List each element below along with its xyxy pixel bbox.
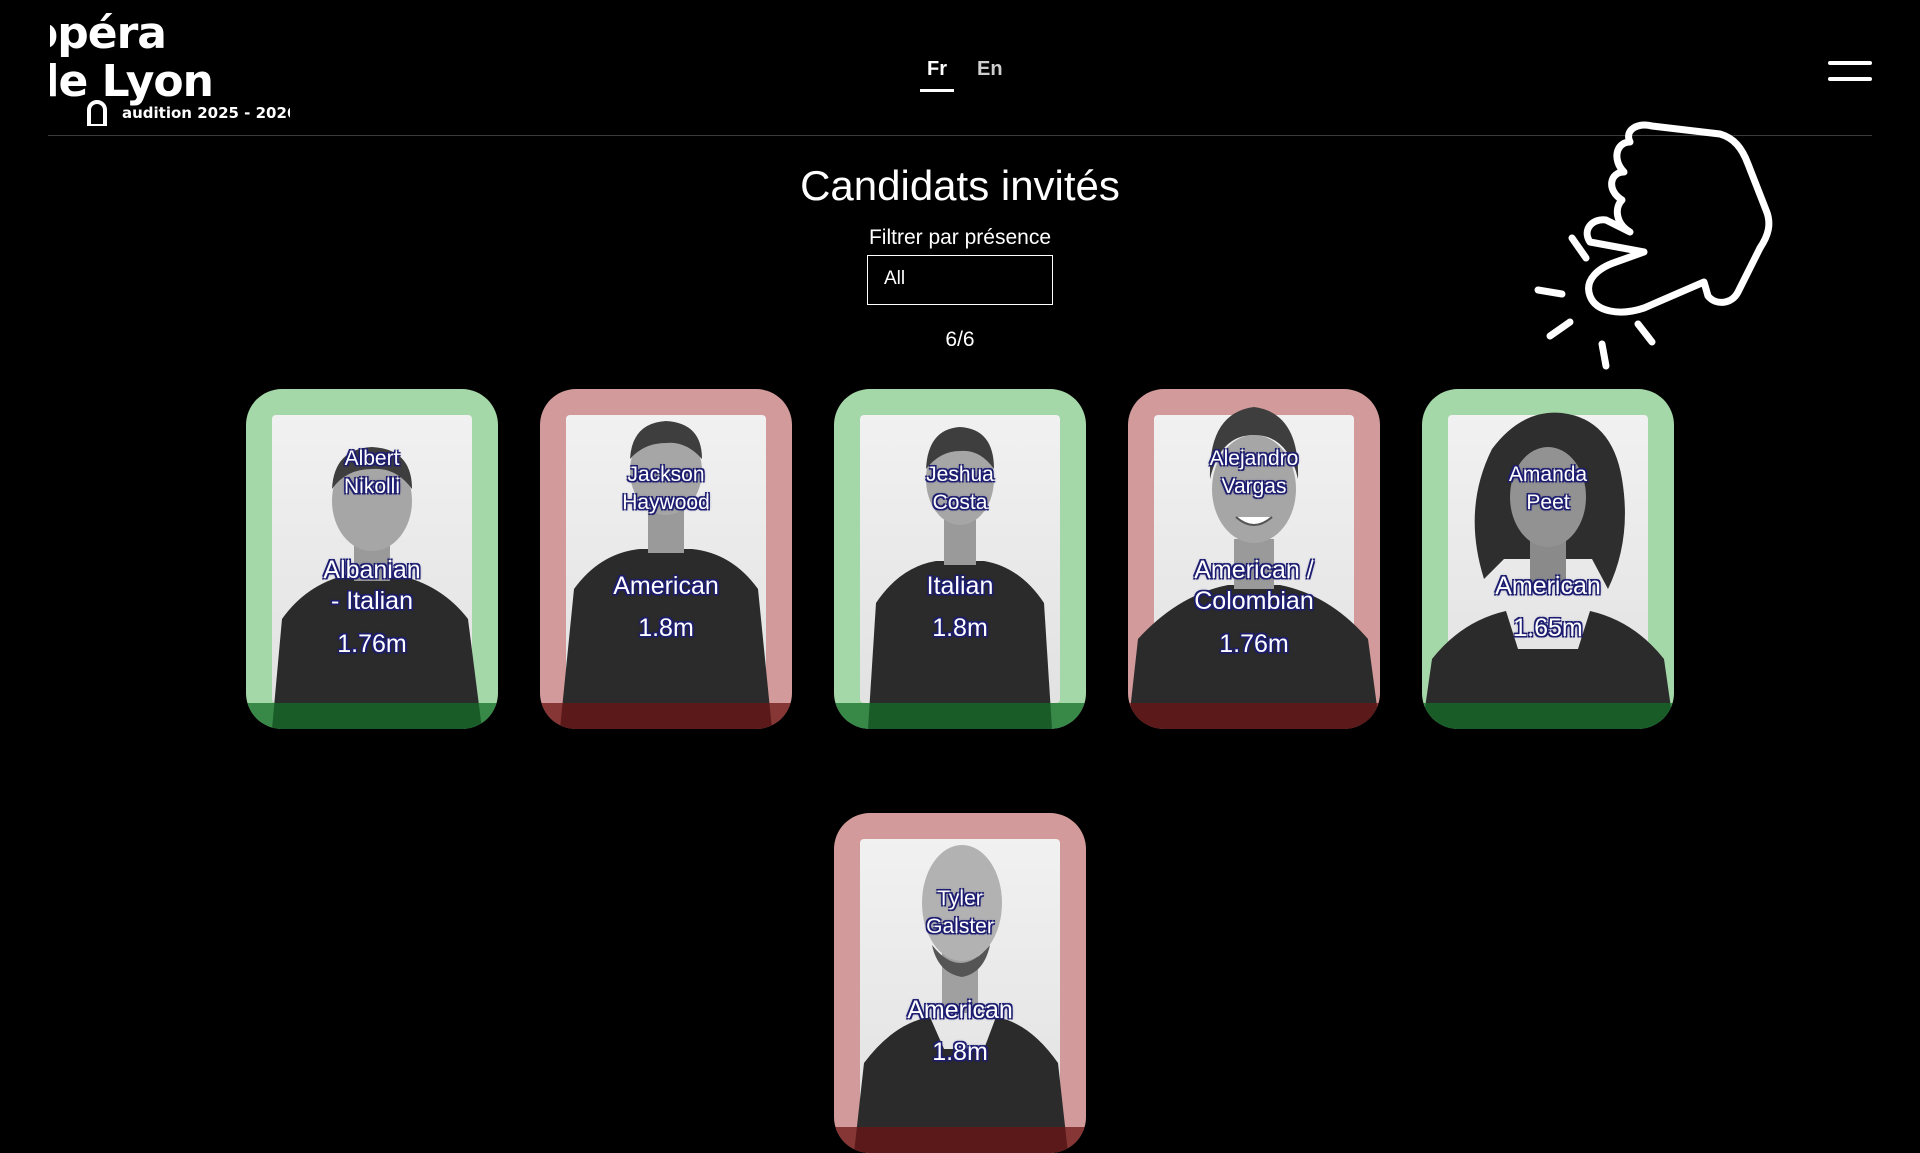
candidate-nationality: Italian (926, 572, 994, 600)
filter-label: Filtrer par présence (868, 226, 1052, 249)
candidate-last-name: Vargas (1221, 475, 1287, 498)
candidate-nationality: American (1495, 572, 1601, 600)
candidate-card-alejandro-vargas[interactable]: Alejandro Vargas American / Colombian 1.… (1128, 389, 1380, 729)
candidate-first-name: Albert (344, 447, 400, 470)
hamburger-menu-icon[interactable] (1828, 58, 1872, 84)
candidate-last-name: Nikolli (343, 475, 400, 498)
candidate-last-name: Costa (932, 491, 988, 514)
candidate-first-name: Tyler (937, 887, 983, 910)
candidate-nationality: American (907, 996, 1013, 1024)
candidate-card-jackson-haywood[interactable]: Jackson Haywood American 1.8m (540, 389, 792, 729)
page-title: Candidats invités (800, 162, 1120, 209)
presence-filter-value: All (884, 268, 906, 289)
lang-en[interactable]: En (970, 58, 1010, 92)
logo-text-line1: opéra (50, 8, 167, 59)
candidate-card-albert-nikolli[interactable]: Albert Nikolli Albanian - Italian 1.76m (246, 389, 498, 729)
candidate-count: 6/6 (945, 328, 975, 351)
candidate-height: 1.8m (638, 614, 694, 642)
presence-filter-select[interactable]: All (867, 255, 1053, 305)
candidate-height: 1.8m (932, 614, 988, 642)
candidate-nationality: American (613, 572, 719, 600)
candidate-height: 1.8m (932, 1038, 988, 1066)
candidate-height: 1.76m (1219, 630, 1289, 658)
site-header: opéra de Lyon audition 2025 - 2026 Fr En (0, 0, 1920, 136)
candidate-nationality: Albanian (323, 556, 421, 584)
candidate-first-name: Jackson (627, 463, 705, 486)
candidate-last-name: Haywood (622, 491, 710, 514)
candidate-card-tyler-galster[interactable]: Tyler Galster American 1.8m (834, 813, 1086, 1153)
logo-arch-icon (87, 100, 107, 126)
lang-fr[interactable]: Fr (920, 58, 954, 92)
candidate-height: 1.65m (1513, 614, 1583, 642)
candidate-last-name: Peet (1526, 491, 1570, 514)
candidate-nationality-2: Colombian (1194, 587, 1314, 615)
candidate-card-amanda-peet[interactable]: Amanda Peet American 1.65m (1422, 389, 1674, 729)
candidate-first-name: Alejandro (1209, 447, 1299, 470)
candidate-nationality: American / (1194, 556, 1314, 584)
candidate-first-name: Amanda (1508, 463, 1588, 486)
opera-lyon-logo[interactable]: opéra de Lyon audition 2025 - 2026 (50, 8, 290, 126)
candidate-first-name: Jeshua (926, 463, 994, 486)
audition-season: audition 2025 - 2026 (122, 104, 290, 122)
logo-text-line2: de Lyon (50, 56, 214, 107)
candidate-nationality-2: - Italian (331, 587, 413, 615)
candidate-last-name: Galster (926, 915, 994, 938)
candidate-card-jeshua-costa[interactable]: Jeshua Costa Italian 1.8m (834, 389, 1086, 729)
language-switcher: Fr En (920, 58, 1010, 92)
candidate-height: 1.76m (337, 630, 407, 658)
